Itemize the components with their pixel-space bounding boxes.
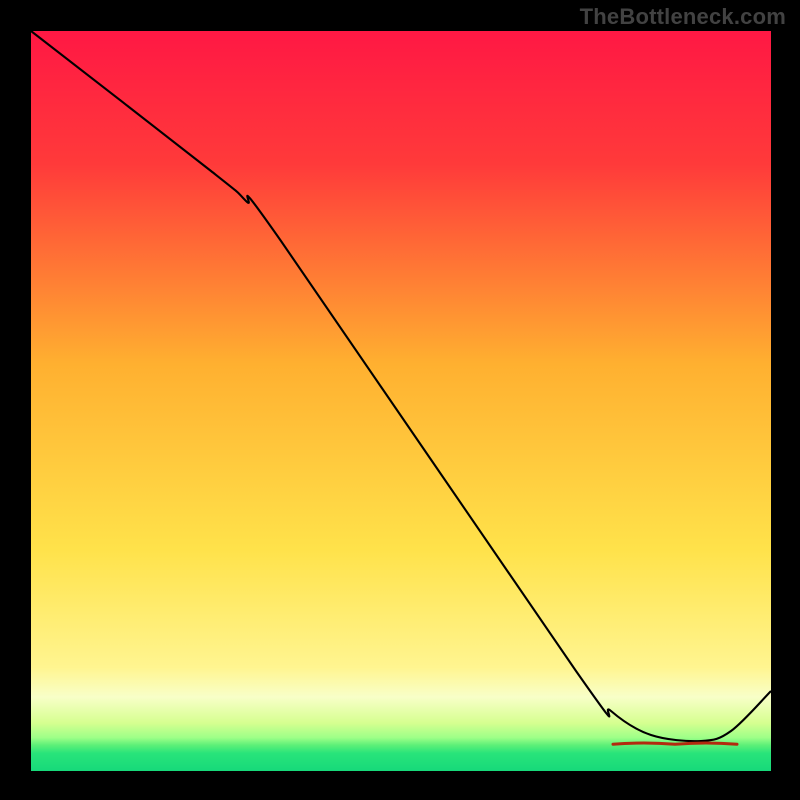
plot-area — [30, 30, 770, 770]
optimal-segment-marker — [613, 743, 737, 744]
plot-svg — [31, 31, 771, 771]
chart-frame: TheBottleneck.com — [0, 0, 800, 800]
watermark-text: TheBottleneck.com — [580, 4, 786, 30]
gradient-background — [31, 31, 771, 771]
